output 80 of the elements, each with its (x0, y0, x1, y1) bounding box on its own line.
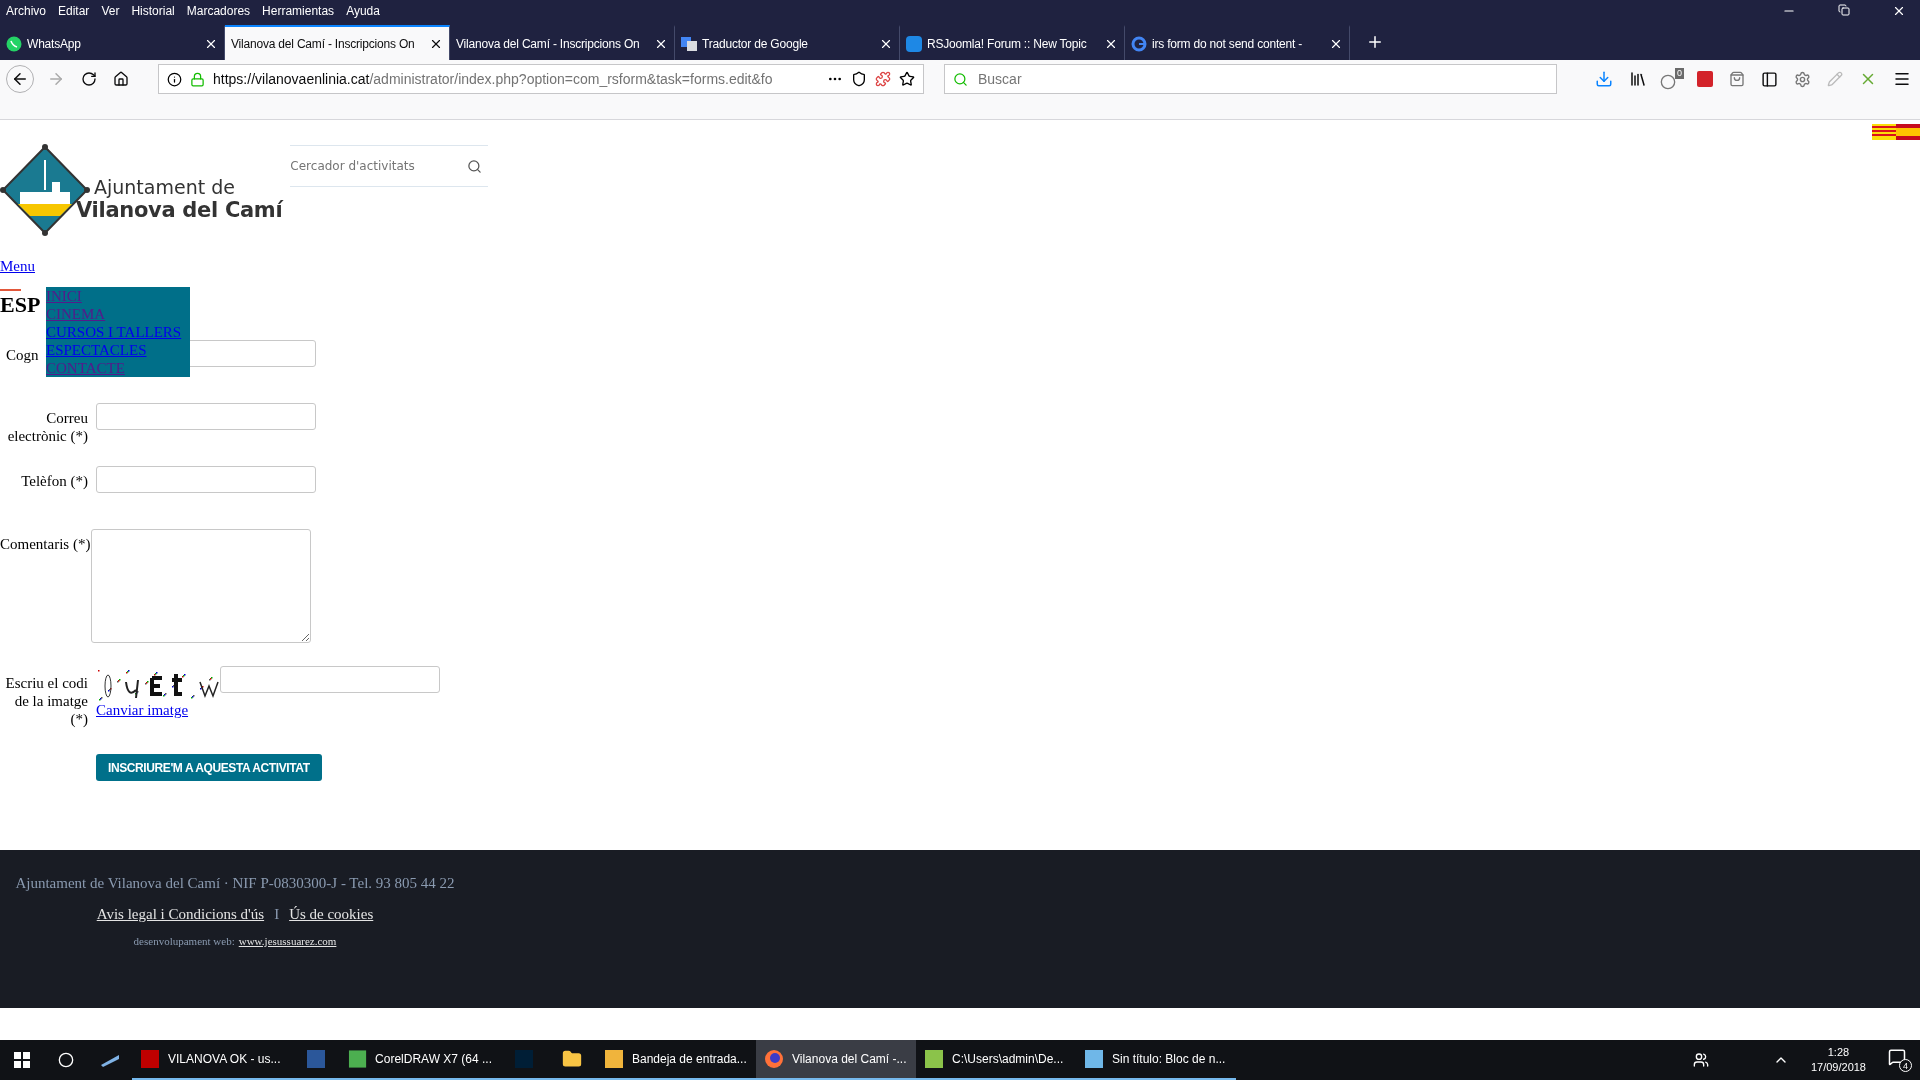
menu-bar-item[interactable]: Historial (131, 4, 175, 18)
notification-button[interactable]: 4 (1888, 1048, 1912, 1072)
search-icon[interactable] (467, 158, 483, 174)
field-label: Escriu el codi de la imatge (*) (4, 674, 88, 728)
logo-text: Ajuntament de (93, 176, 236, 198)
restore-icon (1838, 4, 1850, 16)
menu-bar-item[interactable]: Ayuda (346, 4, 380, 18)
clock[interactable]: 1:28 17/09/2018 (1802, 1045, 1874, 1075)
footer-info: Ajuntament de Vilanova del Camí · NIF P-0830300-J - Tel. 93 805 44 22 (15, 875, 455, 892)
extension-button[interactable]: 0 (1660, 68, 1684, 90)
browser-icon (764, 1049, 784, 1069)
page-heading: ESP (0, 291, 41, 319)
plus-icon (1366, 33, 1384, 51)
people-icon[interactable] (1692, 1052, 1709, 1068)
spanish-flag-icon[interactable] (1896, 124, 1920, 140)
address-bar[interactable]: https://vilanovaenlinia.cat/administrator/index.php?option=com_rsform&task=forms.edit&fo (158, 64, 924, 94)
bag-icon (1729, 71, 1745, 87)
menu-link[interactable]: Menu (0, 258, 35, 275)
notepad-icon (924, 1049, 944, 1069)
back-icon (11, 70, 29, 88)
logo-text: Vilanova del Camí (76, 197, 283, 222)
windows-logo-icon (14, 1052, 30, 1068)
taskbar-app[interactable]: CorelDRAW X7 (64 ... (340, 1040, 500, 1080)
change-image-link[interactable]: Canviar imatge (96, 702, 189, 719)
menu-bar-item[interactable]: Archivo (6, 4, 46, 18)
app-icon (514, 1049, 534, 1069)
lock-icon (190, 71, 205, 87)
submit-button[interactable]: INSCRIURE'M A AQUESTA ACTIVITAT (96, 754, 322, 781)
translate-icon (681, 35, 697, 52)
settings-icon (1794, 70, 1811, 88)
library-icon (1629, 70, 1647, 88)
forward-icon (47, 70, 65, 88)
taskbar-app[interactable]: VILANOVA OK - us... (132, 1040, 292, 1080)
download-icon (1595, 70, 1613, 88)
chat-bubble-icon (6, 35, 22, 52)
cookies-link[interactable]: Ús de cookies (289, 906, 374, 923)
text-input[interactable] (96, 403, 316, 430)
menu-icon (1893, 70, 1911, 88)
flash-button[interactable] (1694, 68, 1716, 90)
reload-icon (81, 71, 97, 87)
search-field[interactable]: Buscar (976, 70, 1548, 88)
field-label: Correu electrònic (*) (6, 409, 88, 445)
g-logo-icon (1131, 35, 1147, 52)
menu-bar-item[interactable]: Herramientas (262, 4, 335, 18)
field-label: Comentaris (*) (0, 535, 91, 553)
sidebar-icon (1761, 70, 1778, 88)
bookmark-star-icon[interactable] (899, 71, 915, 87)
text-input[interactable] (96, 466, 316, 493)
menu-bar-item[interactable]: Editar (58, 4, 90, 18)
pencil-icon (1827, 71, 1843, 87)
separator: I (274, 906, 280, 923)
credit-link[interactable]: www.jesussuarez.com (238, 935, 337, 947)
extension-icon (1660, 74, 1676, 90)
close-icon (1892, 4, 1906, 18)
legal-link[interactable]: Avis legal i Condicions d'ús (96, 906, 265, 923)
taskbar-app[interactable]: Sin título: Bloc de n... (1076, 1040, 1236, 1080)
circle-icon (58, 1052, 74, 1068)
puzzle-icon[interactable] (875, 71, 891, 87)
app-logo-icon (906, 35, 922, 52)
field-label: Telèfon (*) (20, 472, 88, 490)
envelope-icon (604, 1049, 624, 1069)
catalan-flag-icon[interactable] (1872, 124, 1896, 140)
document-icon (306, 1049, 326, 1069)
search-icon (953, 71, 968, 87)
taskbar-app[interactable]: Vilanova del Camí -... (756, 1040, 916, 1080)
captcha-input[interactable] (220, 666, 440, 693)
app-icon (348, 1049, 368, 1069)
flash-icon (1697, 71, 1713, 87)
shield-icon[interactable] (851, 71, 867, 87)
credit-text: desenvolupament web: (133, 935, 235, 947)
folder-icon (562, 1049, 582, 1069)
menu-bar-item[interactable]: Ver (101, 4, 120, 18)
menu-bar-item[interactable]: Marcadores (186, 4, 251, 18)
home-icon (113, 71, 129, 87)
search-box[interactable]: Buscar (944, 64, 1557, 94)
taskbar-app[interactable]: C:\Users\admin\De... (916, 1040, 1076, 1080)
info-icon[interactable] (167, 71, 182, 87)
browser-tab[interactable]: Vilanova del Camí - Inscripcions On (225, 25, 450, 60)
notepad-icon (1084, 1049, 1104, 1069)
app-icon (140, 1049, 160, 1069)
